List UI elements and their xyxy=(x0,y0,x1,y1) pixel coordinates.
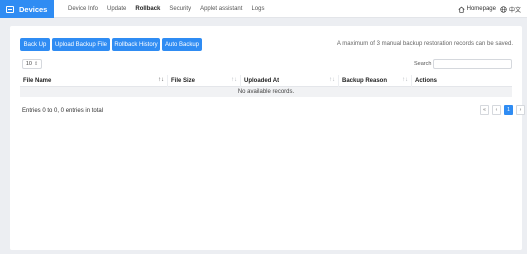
column-uploaded-at[interactable]: Uploaded At ↑↓ xyxy=(241,74,339,87)
header-links: Homepage 中文 xyxy=(458,0,521,18)
search-input[interactable] xyxy=(433,59,512,69)
sort-icon: ↑↓ xyxy=(402,76,408,83)
prev-page-button[interactable]: ‹ xyxy=(492,105,501,115)
devices-icon xyxy=(6,5,14,13)
backup-table: File Name ↑↓ File Size ↑↓ Uploaded At ↑↓… xyxy=(20,74,512,97)
entries-summary: Entries 0 to 0, 0 entries in total xyxy=(22,108,104,114)
column-label: Backup Reason xyxy=(342,77,388,84)
sort-icon: ↑↓ xyxy=(329,76,335,83)
column-file-size[interactable]: File Size ↑↓ xyxy=(168,74,241,87)
nav-device-info[interactable]: Device Info xyxy=(68,6,98,12)
homepage-link[interactable]: Homepage xyxy=(458,6,496,13)
column-backup-reason[interactable]: Backup Reason ↑↓ xyxy=(339,74,412,87)
pagination: « ‹ 1 › xyxy=(480,105,525,115)
auto-backup-button[interactable]: Auto Backup xyxy=(162,38,202,51)
page-size-value: 10 xyxy=(25,61,32,67)
sort-icon: ↑↓ xyxy=(231,76,237,83)
home-icon xyxy=(458,6,465,13)
empty-table-row: No available records. xyxy=(20,87,512,97)
language-label: 中文 xyxy=(508,7,521,14)
column-label: Actions xyxy=(415,77,438,84)
top-bar: Devices Device Info Update Rollback Secu… xyxy=(0,0,527,18)
language-switch[interactable]: 中文 xyxy=(500,5,521,14)
search-label: Search xyxy=(414,61,432,67)
backup-limit-notice: A maximum of 3 manual backup restoration… xyxy=(336,41,513,47)
back-up-button[interactable]: Back Up xyxy=(20,38,50,51)
nav-update[interactable]: Update xyxy=(107,6,126,12)
chevron-down-icon: ⇕ xyxy=(33,61,39,67)
brand-label: Devices xyxy=(19,4,48,14)
main-nav: Device Info Update Rollback Security App… xyxy=(68,0,273,18)
first-page-button[interactable]: « xyxy=(480,105,489,115)
brand-tab[interactable]: Devices xyxy=(0,0,54,18)
nav-applet-assistant[interactable]: Applet assistant xyxy=(200,6,242,12)
column-label: Uploaded At xyxy=(244,77,280,84)
rollback-history-button[interactable]: Rollback History xyxy=(112,38,160,51)
page-size-select[interactable]: 10 ⇕ xyxy=(22,59,42,69)
column-actions: Actions xyxy=(412,75,512,87)
homepage-label: Homepage xyxy=(466,6,496,12)
column-label: File Size xyxy=(171,77,196,84)
column-file-name[interactable]: File Name ↑↓ xyxy=(20,74,168,87)
globe-icon xyxy=(500,5,507,13)
next-page-button[interactable]: › xyxy=(516,105,525,115)
nav-security[interactable]: Security xyxy=(169,6,191,12)
table-header: File Name ↑↓ File Size ↑↓ Uploaded At ↑↓… xyxy=(20,74,512,87)
nav-logs[interactable]: Logs xyxy=(251,6,264,12)
nav-rollback[interactable]: Rollback xyxy=(135,6,160,12)
sort-icon: ↑↓ xyxy=(158,76,164,83)
upload-backup-file-button[interactable]: Upload Backup File xyxy=(52,38,110,51)
rollback-panel: Back Up Upload Backup File Rollback Hist… xyxy=(10,26,525,250)
page-1-button[interactable]: 1 xyxy=(504,105,513,115)
column-label: File Name xyxy=(23,77,52,84)
